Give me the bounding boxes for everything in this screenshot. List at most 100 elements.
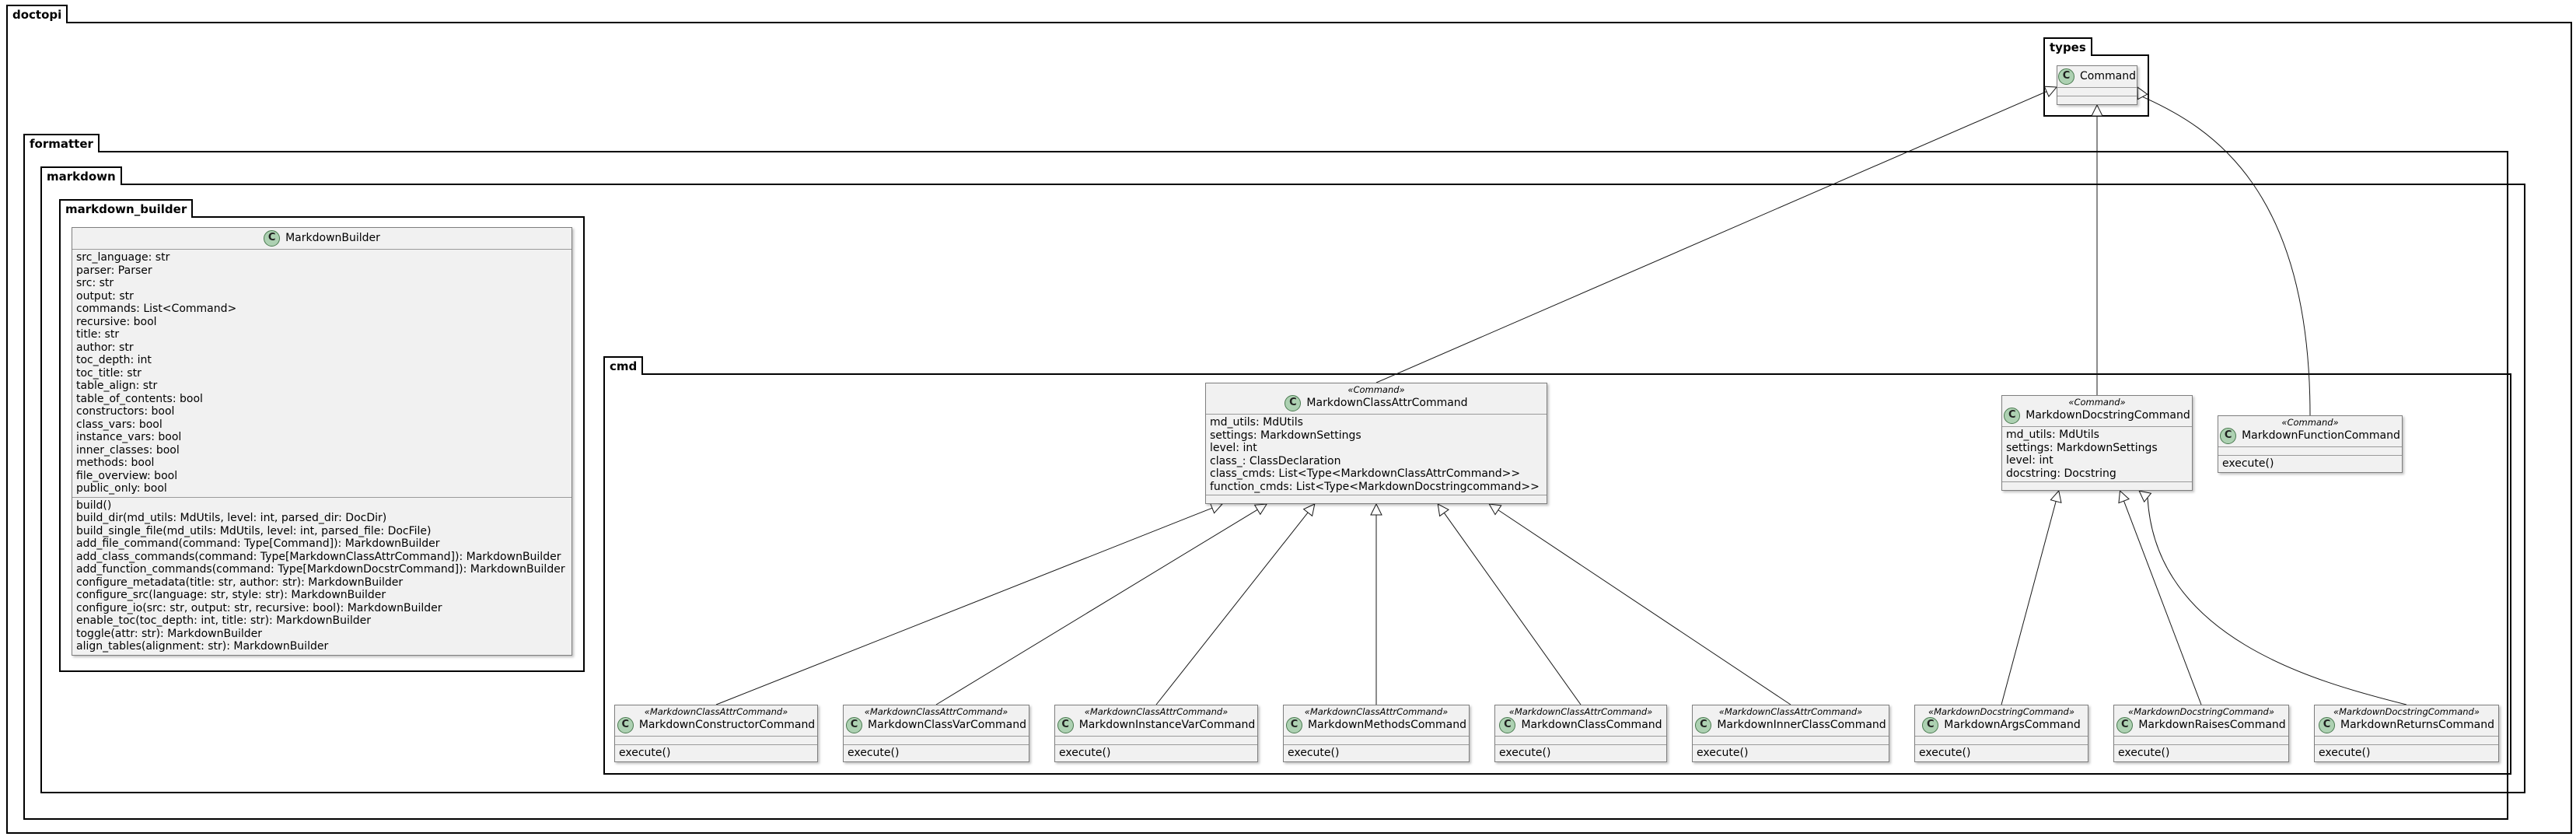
class-markdown-returns-command[interactable]: «MarkdownDocstringCommand» C MarkdownRetur… bbox=[2314, 705, 2499, 762]
class-stereotype: «Command» bbox=[2068, 397, 2126, 408]
class-name: MarkdownBuilder bbox=[285, 232, 380, 245]
class-field: inner_classes: bool bbox=[76, 443, 180, 457]
class-stereotype: «MarkdownClassAttrCommand» bbox=[1304, 706, 1449, 717]
class-stereotype: «MarkdownClassAttrCommand» bbox=[1718, 706, 1863, 717]
class-field: methods: bool bbox=[76, 457, 155, 469]
class-methods bbox=[1206, 495, 1547, 503]
class-fields bbox=[615, 737, 817, 745]
class-stereotype: «MarkdownDocstringCommand» bbox=[2128, 706, 2274, 717]
inheritance-edge bbox=[715, 507, 1213, 705]
class-field: file_overview: bool bbox=[76, 469, 178, 482]
class-name: MarkdownDocstringCommand bbox=[2025, 409, 2190, 422]
class-markdown-class-command[interactable]: «MarkdownClassAttrCommand» C MarkdownClass… bbox=[1494, 705, 1667, 762]
class-fields bbox=[2114, 737, 2288, 745]
class-icon: C bbox=[1285, 717, 1302, 733]
class-markdown-docstring-command[interactable]: «Command» C MarkdownDocstringCommand md_uti… bbox=[2001, 395, 2193, 491]
class-fields: md_utils: MdUtils settings: MarkdownSetti… bbox=[2002, 427, 2192, 482]
class-field: level: int bbox=[2006, 454, 2053, 467]
class-method: configure_metadata(title: str, author: s… bbox=[76, 576, 404, 589]
class-icon: C bbox=[1057, 717, 1074, 733]
inheritance-arrowhead bbox=[1209, 502, 1224, 514]
class-icon: C bbox=[846, 717, 863, 733]
class-header: «MarkdownClassAttrCommand» C MarkdownMetho… bbox=[1284, 705, 1469, 737]
inheritance-arrowhead bbox=[2050, 489, 2062, 504]
class-field: parser: Parser bbox=[76, 264, 152, 277]
inheritance-arrowhead bbox=[2091, 103, 2103, 117]
class-methods: execute() bbox=[1495, 745, 1666, 761]
class-fields bbox=[1055, 737, 1257, 745]
class-name: MarkdownReturnsCommand bbox=[2340, 719, 2495, 732]
class-name: MarkdownClassCommand bbox=[1521, 719, 1662, 732]
class-command[interactable]: C Command bbox=[2057, 65, 2137, 105]
class-icon: C bbox=[264, 230, 281, 247]
class-name: MarkdownArgsCommand bbox=[1944, 719, 2081, 732]
class-methods: execute() bbox=[1915, 745, 2088, 761]
class-field: commands: List<Command> bbox=[76, 303, 237, 315]
class-methods: execute() bbox=[2315, 745, 2498, 761]
class-markdown-inner-class-command[interactable]: «MarkdownClassAttrCommand» C MarkdownInner… bbox=[1692, 705, 1889, 762]
inheritance-edge bbox=[1498, 509, 1791, 705]
inheritance-arrowhead bbox=[1437, 503, 1449, 517]
class-method: execute() bbox=[2222, 457, 2274, 470]
class-method: toggle(attr: str): MarkdownBuilder bbox=[76, 627, 263, 640]
class-field: instance_vars: bool bbox=[76, 431, 182, 443]
class-field: output: str bbox=[76, 289, 134, 303]
class-header: «Command» C MarkdownFunctionCommand bbox=[2218, 416, 2402, 447]
class-header: «MarkdownClassAttrCommand» C MarkdownClass… bbox=[844, 705, 1029, 737]
class-method: execute() bbox=[1059, 747, 1111, 759]
inheritance-arrowhead bbox=[2043, 86, 2058, 97]
class-methods bbox=[2002, 482, 2192, 490]
inheritance-arrowhead bbox=[1253, 503, 1268, 516]
class-markdown-methods-command[interactable]: «MarkdownClassAttrCommand» C MarkdownMetho… bbox=[1283, 705, 1470, 762]
class-field: toc_depth: int bbox=[76, 354, 152, 366]
class-method: align_tables(alignment: str): MarkdownBu… bbox=[76, 640, 329, 653]
class-stereotype: «MarkdownDocstringCommand» bbox=[2333, 706, 2480, 717]
class-name: MarkdownRaisesCommand bbox=[2138, 719, 2286, 732]
class-name: MarkdownInstanceVarCommand bbox=[1078, 719, 1256, 732]
inheritance-edge bbox=[2123, 500, 2202, 705]
class-markdown-constructor-command[interactable]: «MarkdownClassAttrCommand» C MarkdownConst… bbox=[614, 705, 818, 762]
class-field: class_vars: bool bbox=[76, 418, 163, 431]
class-method: execute() bbox=[1919, 747, 1971, 759]
class-method: execute() bbox=[2319, 747, 2371, 759]
class-field: settings: MarkdownSettings bbox=[1210, 429, 1361, 442]
class-markdown-instance-var-command[interactable]: «MarkdownClassAttrCommand» C MarkdownInsta… bbox=[1054, 705, 1258, 762]
class-fields bbox=[2315, 737, 2498, 745]
class-markdown-class-var-command[interactable]: «MarkdownClassAttrCommand» C MarkdownClass… bbox=[843, 705, 1029, 762]
class-field: settings: MarkdownSettings bbox=[2006, 441, 2158, 454]
class-header: «MarkdownClassAttrCommand» C MarkdownInner… bbox=[1693, 705, 1889, 737]
class-icon: C bbox=[1695, 717, 1712, 733]
class-field: md_utils: MdUtils bbox=[2006, 429, 2099, 441]
class-field: md_utils: MdUtils bbox=[1210, 416, 1303, 429]
class-header: «MarkdownClassAttrCommand» C MarkdownClass… bbox=[1495, 705, 1666, 737]
class-stereotype: «Command» bbox=[2281, 417, 2339, 428]
inheritance-arrowhead bbox=[1488, 503, 1502, 516]
class-markdown-builder[interactable]: C MarkdownBuilder src_language: str parser:… bbox=[72, 227, 572, 656]
class-fields bbox=[1693, 737, 1889, 745]
class-method: add_file_command(command: Type[Command])… bbox=[76, 537, 440, 550]
class-stereotype: «MarkdownClassAttrCommand» bbox=[1508, 706, 1653, 717]
class-markdown-args-command[interactable]: «MarkdownDocstringCommand» C MarkdownArgsC… bbox=[1914, 705, 2088, 762]
class-fields bbox=[844, 737, 1029, 745]
class-markdown-class-attr-command[interactable]: «Command» C MarkdownClassAttrCommand md_uti… bbox=[1205, 383, 1547, 504]
class-icon: C bbox=[1922, 717, 1939, 733]
class-name: MarkdownClassAttrCommand bbox=[1306, 397, 1468, 410]
class-name: MarkdownInnerClassCommand bbox=[1717, 719, 1886, 732]
class-icon: C bbox=[2220, 428, 2237, 444]
class-header: «MarkdownClassAttrCommand» C MarkdownInsta… bbox=[1055, 705, 1257, 737]
class-name: MarkdownMethodsCommand bbox=[1307, 719, 1467, 732]
class-name: MarkdownClassVarCommand bbox=[868, 719, 1026, 732]
class-methods: execute() bbox=[1693, 745, 1889, 761]
class-method: execute() bbox=[848, 747, 900, 759]
class-method: build() bbox=[76, 499, 112, 512]
class-method: build_dir(md_utils: MdUtils, level: int,… bbox=[76, 512, 387, 524]
class-fields bbox=[1495, 737, 1666, 745]
class-field: docstring: Docstring bbox=[2006, 467, 2116, 480]
class-markdown-raises-command[interactable]: «MarkdownDocstringCommand» C MarkdownRaise… bbox=[2113, 705, 2289, 762]
class-name: Command bbox=[2080, 70, 2136, 83]
inheritance-edge bbox=[935, 509, 1258, 705]
class-field: author: str bbox=[76, 341, 134, 354]
class-icon: C bbox=[2116, 717, 2134, 733]
class-markdown-function-command[interactable]: «Command» C MarkdownFunctionCommand execute… bbox=[2218, 415, 2403, 473]
class-field: class_cmds: List<Type<MarkdownClassAttrC… bbox=[1210, 467, 1521, 480]
